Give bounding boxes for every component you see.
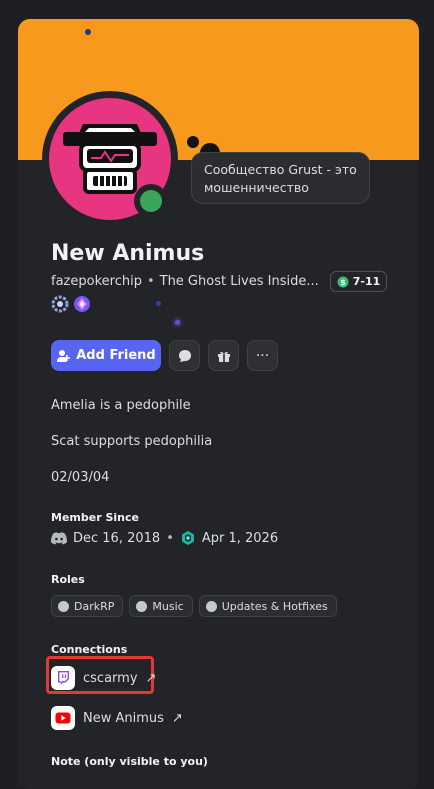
badge-row xyxy=(51,295,91,313)
username[interactable]: fazepokerchip xyxy=(51,274,142,289)
connection-name: New Animus xyxy=(83,710,164,726)
connection-twitch[interactable]: cscarmy ↗ xyxy=(51,666,156,690)
role-color-dot xyxy=(58,600,69,612)
external-link-icon: ↗ xyxy=(145,670,157,686)
role-pill[interactable]: Updates & Hotfixes xyxy=(198,595,337,617)
connection-name: cscarmy xyxy=(83,670,138,686)
boost-badge-icon[interactable] xyxy=(73,295,91,313)
nitro-badge-icon[interactable] xyxy=(51,295,69,313)
role-name: Updates & Hotfixes xyxy=(221,599,328,613)
gift-icon xyxy=(217,351,230,362)
tooltip-tail-dot xyxy=(187,136,199,148)
separator: • xyxy=(166,530,174,546)
sparkle-dot xyxy=(156,301,161,306)
member-since-title: Member Since xyxy=(51,511,139,524)
server-join-date: Apr 1, 2026 xyxy=(201,530,279,546)
roles-title: Roles xyxy=(51,573,85,586)
role-color-dot xyxy=(205,600,217,612)
chat-bubble-icon xyxy=(178,349,191,362)
bio-line: 02/03/04 xyxy=(51,470,110,485)
about-me: Amelia is a pedophile Scat supports pedo… xyxy=(51,397,212,505)
more-options-icon: ··· xyxy=(255,347,270,364)
member-since-row: Dec 16, 2018 • Apr 1, 2026 xyxy=(51,530,278,546)
profile-actions: Add Friend ··· xyxy=(51,340,278,371)
connections-title: Connections xyxy=(51,643,128,656)
sparkle-dot xyxy=(85,29,91,35)
gift-button[interactable] xyxy=(208,340,239,371)
message-button[interactable] xyxy=(169,340,200,371)
role-color-dot xyxy=(136,600,148,612)
svg-text:$: $ xyxy=(340,278,346,287)
role-pill[interactable]: Music xyxy=(129,595,193,617)
twitch-icon xyxy=(51,666,75,690)
discord-logo-icon xyxy=(51,531,67,544)
role-name: Music xyxy=(152,599,184,613)
server-tag-label: 7-11 xyxy=(352,275,381,288)
bio-line: Amelia is a pedophile xyxy=(51,398,191,413)
connection-youtube[interactable]: New Animus ↗ xyxy=(51,706,183,730)
add-friend-label: Add Friend xyxy=(76,348,156,363)
sparkle-dot xyxy=(175,320,180,325)
role-pill[interactable]: DarkRP xyxy=(51,595,124,617)
username-row: fazepokerchip • The Ghost Lives Inside..… xyxy=(51,271,388,292)
roles-list: DarkRP Music Updates & Hotfixes xyxy=(51,595,337,617)
profile-status-text: The Ghost Lives Inside... xyxy=(159,274,319,289)
custom-status-text: Сообщество Grust - это мошенничество xyxy=(204,162,357,195)
youtube-icon xyxy=(51,706,75,730)
custom-status-bubble[interactable]: Сообщество Grust - это мошенничество xyxy=(191,152,370,204)
bio-line: Scat supports pedophilia xyxy=(51,434,213,449)
discord-join-date: Dec 16, 2018 xyxy=(73,530,161,546)
external-link-icon: ↗ xyxy=(171,710,183,726)
add-user-icon xyxy=(57,349,71,362)
server-icon xyxy=(181,531,194,545)
note-title: Note (only visible to you) xyxy=(51,755,208,768)
profile-card: Сообщество Grust - это мошенничество New… xyxy=(18,19,419,789)
more-options-button[interactable]: ··· xyxy=(247,340,278,371)
separator: • xyxy=(146,274,155,289)
add-friend-button[interactable]: Add Friend xyxy=(51,340,161,371)
dollar-shield-icon: $ xyxy=(337,276,349,287)
server-tag[interactable]: $ 7-11 xyxy=(329,271,388,292)
online-status-indicator xyxy=(140,190,162,212)
role-name: DarkRP xyxy=(74,599,115,613)
display-name: New Animus xyxy=(51,241,205,266)
